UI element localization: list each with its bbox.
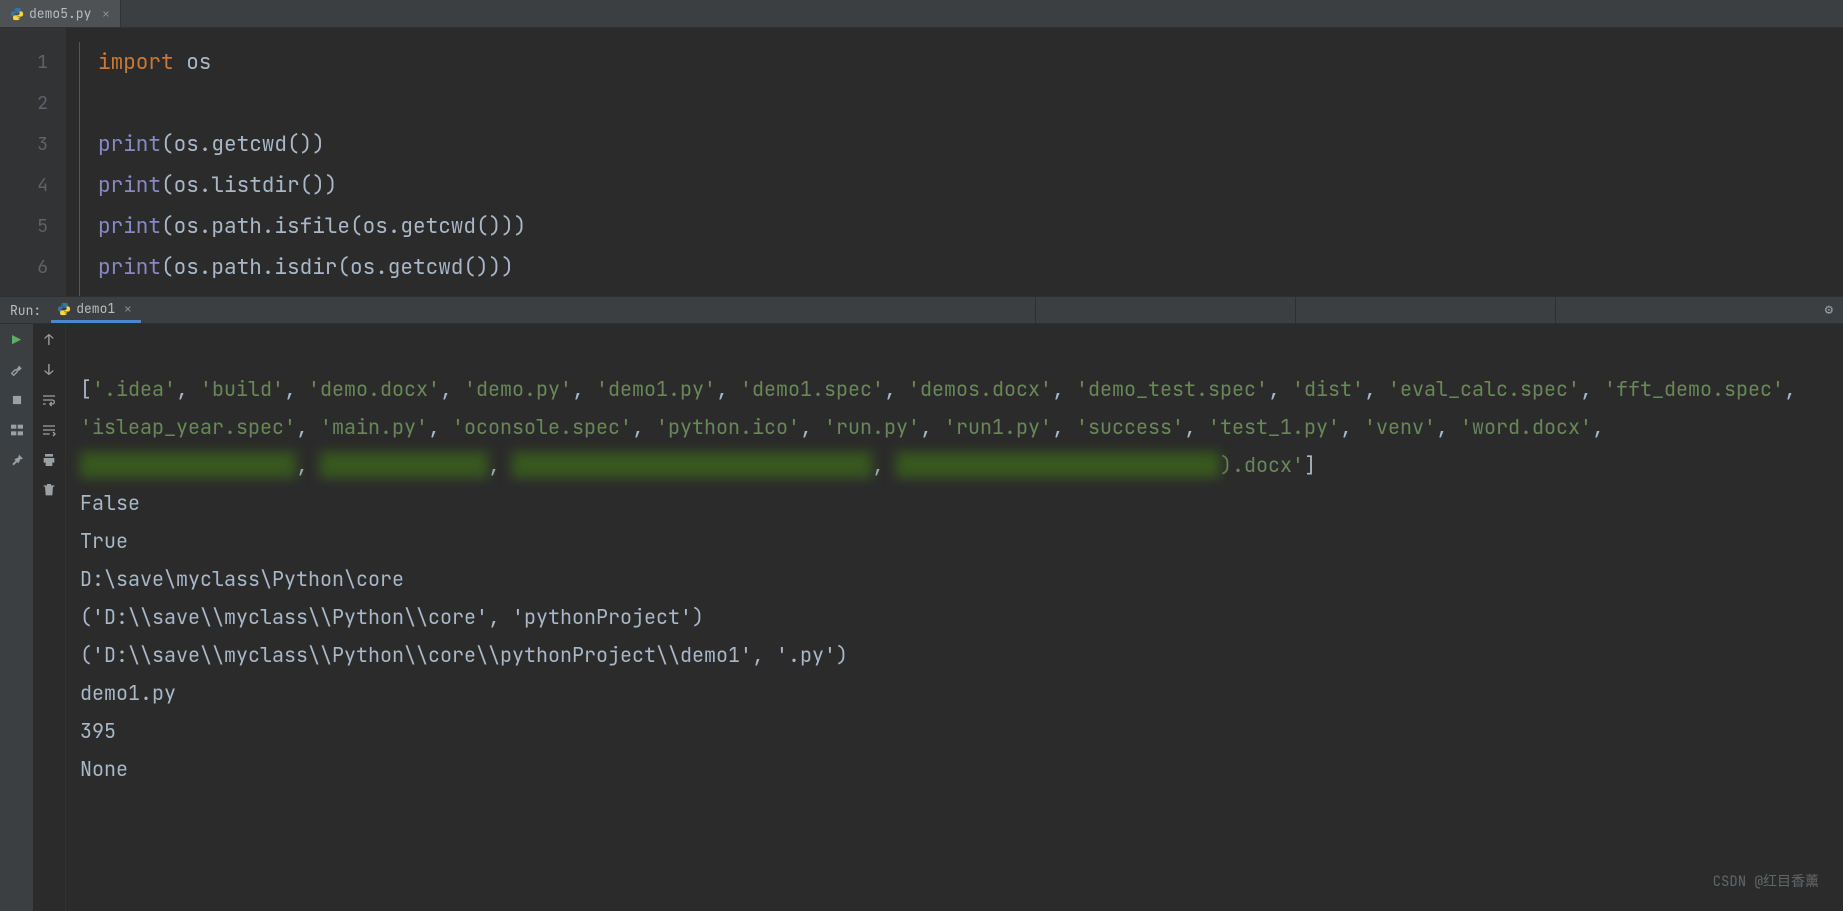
header-segments — [1035, 297, 1815, 323]
pin-icon[interactable] — [7, 450, 27, 470]
python-icon — [57, 302, 71, 316]
run-label: Run: — [0, 302, 51, 319]
gear-icon[interactable]: ⚙ — [1815, 301, 1843, 319]
up-arrow-icon[interactable]: ↑ — [39, 330, 59, 350]
down-arrow-icon[interactable]: ↓ — [39, 360, 59, 380]
print-icon[interactable] — [39, 450, 59, 470]
run-tool-window: ▶ ↑ ↓ — [0, 324, 1843, 911]
scroll-to-end-icon[interactable] — [39, 420, 59, 440]
line-gutter: 1 2 3 4 5 6 — [0, 28, 66, 296]
soft-wrap-icon[interactable] — [39, 390, 59, 410]
close-icon[interactable]: ✕ — [124, 301, 131, 317]
redacted-text: 'xxxxxxxxxxxxxxxxxxxxxxxxxx — [896, 452, 1220, 478]
layout-icon[interactable] — [7, 420, 27, 440]
run-tab-demo1[interactable]: demo1 ✕ — [51, 297, 141, 323]
console-output[interactable]: ['.idea', 'build', 'demo.docx', 'demo.py… — [66, 324, 1843, 911]
trash-icon[interactable] — [39, 480, 59, 500]
run-tool-window-header: Run: demo1 ✕ ⚙ — [0, 296, 1843, 324]
run-tab-label: demo1 — [76, 300, 115, 317]
run-inner-toolbar: ↑ ↓ — [33, 324, 66, 911]
wrench-icon[interactable] — [7, 360, 27, 380]
redacted-text: 'xxxxxxxxxxxx' — [320, 452, 488, 478]
editor-tab-strip: demo5.py ✕ — [0, 0, 1843, 28]
rerun-icon[interactable]: ▶ — [7, 330, 27, 350]
tab-filename: demo5.py — [29, 5, 91, 22]
stop-icon[interactable] — [7, 390, 27, 410]
tab-demo5[interactable]: demo5.py ✕ — [0, 0, 121, 27]
run-outer-toolbar: ▶ — [0, 324, 33, 911]
close-icon[interactable]: ✕ — [102, 6, 109, 22]
python-icon — [10, 7, 24, 21]
redacted-text: 'xxxxxxxxxxxxxxxx' — [80, 452, 296, 478]
redacted-text: 'xxxxxxxxxxxxxxxxxxxxxxxxxxxx' — [512, 452, 872, 478]
code-editor[interactable]: 1 2 3 4 5 6 import os print(os.getcwd())… — [0, 28, 1843, 296]
watermark: CSDN @红目香薰 — [1713, 863, 1819, 901]
